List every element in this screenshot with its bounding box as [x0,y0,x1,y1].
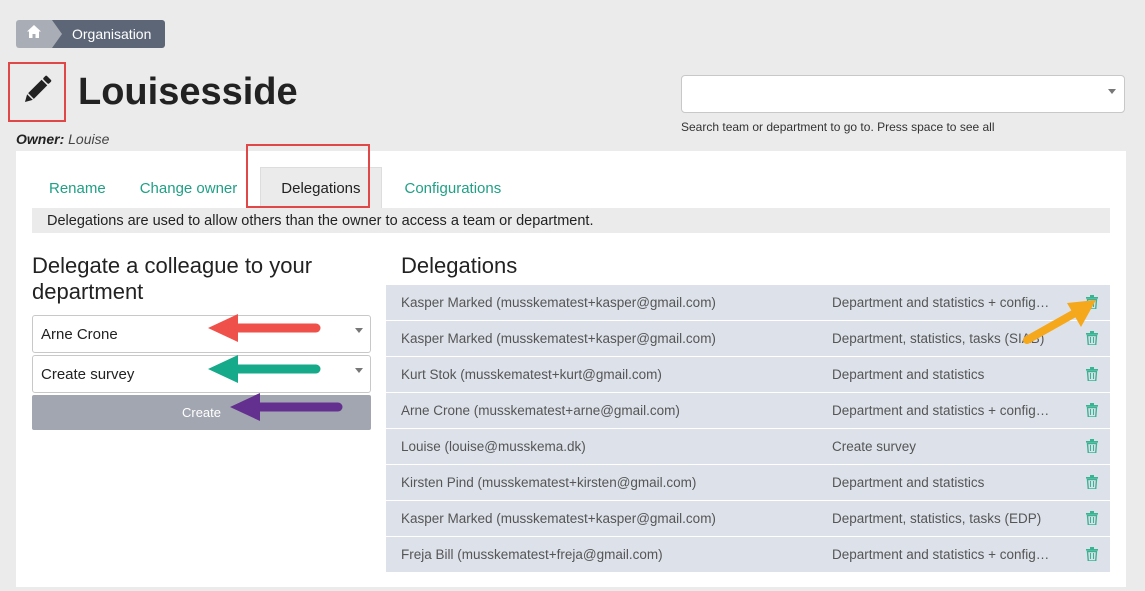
trash-icon[interactable] [1086,403,1098,420]
owner-label: Owner: [16,131,65,147]
trash-icon[interactable] [1086,367,1098,384]
chevron-down-icon [355,328,363,333]
trash-icon[interactable] [1086,439,1098,456]
delegation-row: Kasper Marked (musskematest+kasper@gmail… [386,501,1110,537]
delegation-permission: Department and statistics [832,367,985,382]
delegation-row: Kasper Marked (musskematest+kasper@gmail… [386,321,1110,357]
tab-bar: Rename Change owner Delegations Configur… [32,167,518,209]
delegation-permission: Department and statistics + configuratio… [832,547,1052,562]
home-icon [27,25,41,43]
delegations-section: Delegations Kasper Marked (musskematest+… [386,253,1110,573]
page-title: Louisesside [78,70,298,113]
trash-icon[interactable] [1086,475,1098,492]
edit-button[interactable] [8,62,66,122]
delegate-form: Delegate a colleague to your department … [32,253,371,430]
main-panel: Rename Change owner Delegations Configur… [16,144,1126,587]
delegation-user: Kirsten Pind (musskematest+kirsten@gmail… [401,475,697,490]
delegation-row: Kasper Marked (musskematest+kasper@gmail… [386,285,1110,321]
delegation-row: Kirsten Pind (musskematest+kirsten@gmail… [386,465,1110,501]
search-select[interactable] [681,75,1125,113]
delegation-row: Freja Bill (musskematest+freja@gmail.com… [386,537,1110,573]
delegation-user: Freja Bill (musskematest+freja@gmail.com… [401,547,663,562]
delegation-user: Arne Crone (musskematest+arne@gmail.com) [401,403,680,418]
delegate-heading: Delegate a colleague to your department [32,253,313,304]
delegation-permission: Department and statistics [832,475,985,490]
permission-value: Create survey [41,365,135,383]
owner-name: Louise [68,131,110,147]
breadcrumb: Organisation [16,20,166,48]
delegation-user: Kasper Marked (musskematest+kasper@gmail… [401,295,716,310]
search-hint: Search team or department to go to. Pres… [681,120,995,134]
delegation-permission: Department and statistics + configuratio… [832,295,1052,310]
breadcrumb-organisation[interactable]: Organisation [52,20,166,48]
delegation-user: Louise (louise@musskema.dk) [401,439,586,454]
delegations-heading: Delegations [401,253,518,278]
colleague-select[interactable]: Arne Crone [32,315,371,353]
delegation-row: Arne Crone (musskematest+arne@gmail.com)… [386,393,1110,429]
owner-line: Owner: Louise [16,131,109,147]
delegation-permission: Create survey [832,439,917,454]
trash-icon[interactable] [1086,331,1098,348]
info-bar: Delegations are used to allow others tha… [32,208,1110,233]
page-header: Louisesside [8,62,298,122]
delegations-list: Kasper Marked (musskematest+kasper@gmail… [386,285,1110,573]
delegation-permission: Department, statistics, tasks (SIAB) [832,331,1045,346]
tab-change-owner[interactable]: Change owner [123,167,255,209]
delegation-row: Louise (louise@musskema.dk) Create survey [386,429,1110,465]
create-button[interactable]: Create [32,395,371,430]
tab-rename[interactable]: Rename [32,167,123,209]
delegation-permission: Department, statistics, tasks (EDP) [832,511,1042,526]
chevron-down-icon [355,368,363,373]
delegation-user: Kasper Marked (musskematest+kasper@gmail… [401,331,716,346]
permission-select[interactable]: Create survey [32,355,371,393]
pencil-icon [19,72,55,113]
trash-icon[interactable] [1086,511,1098,528]
delegation-row: Kurt Stok (musskematest+kurt@gmail.com) D… [386,357,1110,393]
delegation-permission: Department and statistics + configuratio… [832,403,1052,418]
tab-configurations[interactable]: Configurations [388,167,519,209]
trash-icon[interactable] [1086,547,1098,564]
tab-delegations[interactable]: Delegations [260,167,382,209]
chevron-down-icon [1108,89,1116,94]
colleague-value: Arne Crone [41,325,118,343]
breadcrumb-home[interactable] [16,20,62,48]
delegation-user: Kurt Stok (musskematest+kurt@gmail.com) [401,367,662,382]
trash-icon[interactable] [1086,295,1098,312]
delegation-user: Kasper Marked (musskematest+kasper@gmail… [401,511,716,526]
